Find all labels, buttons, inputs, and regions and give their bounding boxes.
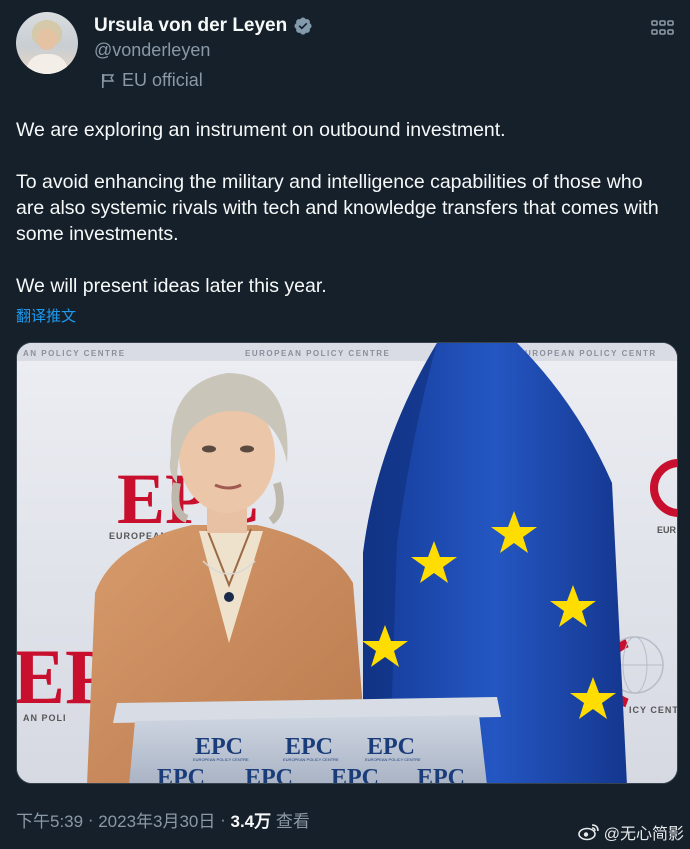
epc-logo-right-bottom: ICY CENTRE — [629, 705, 678, 715]
podium-sub: EUROPEAN POLICY CENTRE — [365, 757, 421, 762]
tweet-paragraph: To avoid enhancing the military and inte… — [16, 171, 659, 245]
photo-scene: AN POLICY CENTRE EUROPEAN POLICY CENTRE … — [17, 343, 678, 784]
avatar-body — [26, 54, 68, 74]
podium-sub: EUROPEAN POLICY CENTRE — [193, 757, 249, 762]
avatar-face — [37, 28, 57, 50]
author-avatar[interactable] — [16, 12, 78, 74]
podium-sub: EUROPEAN POLICY CENTRE — [283, 757, 339, 762]
tweet-photo[interactable]: AN POLICY CENTRE EUROPEAN POLICY CENTRE … — [16, 342, 678, 784]
backdrop-text-center: EUROPEAN POLICY CENTRE — [245, 349, 390, 358]
tweet-text: We are exploring an instrument on outbou… — [16, 117, 676, 299]
affiliation-label: EU official — [100, 70, 203, 91]
author-name[interactable]: Ursula von der Leyen — [94, 15, 287, 37]
watermark-text: @无心简影 — [603, 826, 684, 843]
tweet-paragraph: We will present ideas later this year. — [16, 275, 327, 297]
podium-logo: EPC — [417, 765, 465, 784]
verified-badge-icon — [294, 17, 312, 35]
view-count[interactable]: 3.4万 — [231, 807, 272, 832]
tweet-meta: 下午5:39 · 2023年3月30日 · 3.4万 查看 — [16, 807, 310, 832]
backdrop-text-right: UROPEAN POLICY CENTR — [525, 349, 657, 358]
epc-logo-right-sub: EUR — [657, 525, 677, 535]
meta-separator: · — [215, 809, 231, 829]
tweet-date[interactable]: 2023年3月30日 — [98, 807, 215, 832]
author-name-row: Ursula von der Leyen — [94, 14, 313, 38]
weibo-icon — [577, 824, 599, 841]
tweet-paragraph: We are exploring an instrument on outbou… — [16, 119, 506, 141]
backdrop-text-left: AN POLICY CENTRE — [23, 349, 126, 358]
watermark: @无心简影 — [577, 820, 684, 844]
tweet-time[interactable]: 下午5:39 — [16, 807, 83, 832]
tweet-header: Ursula von der Leyen @vonderleyen EU off… — [16, 12, 674, 98]
meta-separator: · — [83, 809, 99, 829]
podium-logo: EPC — [331, 765, 379, 784]
translate-tweet-link[interactable]: 翻译推文 — [16, 305, 76, 326]
flag-icon — [102, 73, 115, 88]
podium-logo: EPC — [245, 765, 293, 784]
podium-logo: EPC — [157, 765, 205, 784]
author-handle[interactable]: @vonderleyen — [94, 40, 210, 61]
affiliation-text: EU official — [122, 70, 203, 90]
more-options-icon[interactable] — [650, 18, 674, 38]
view-label: 查看 — [271, 812, 310, 831]
epc-logo-bottom-left-sub: AN POLI — [23, 713, 67, 723]
